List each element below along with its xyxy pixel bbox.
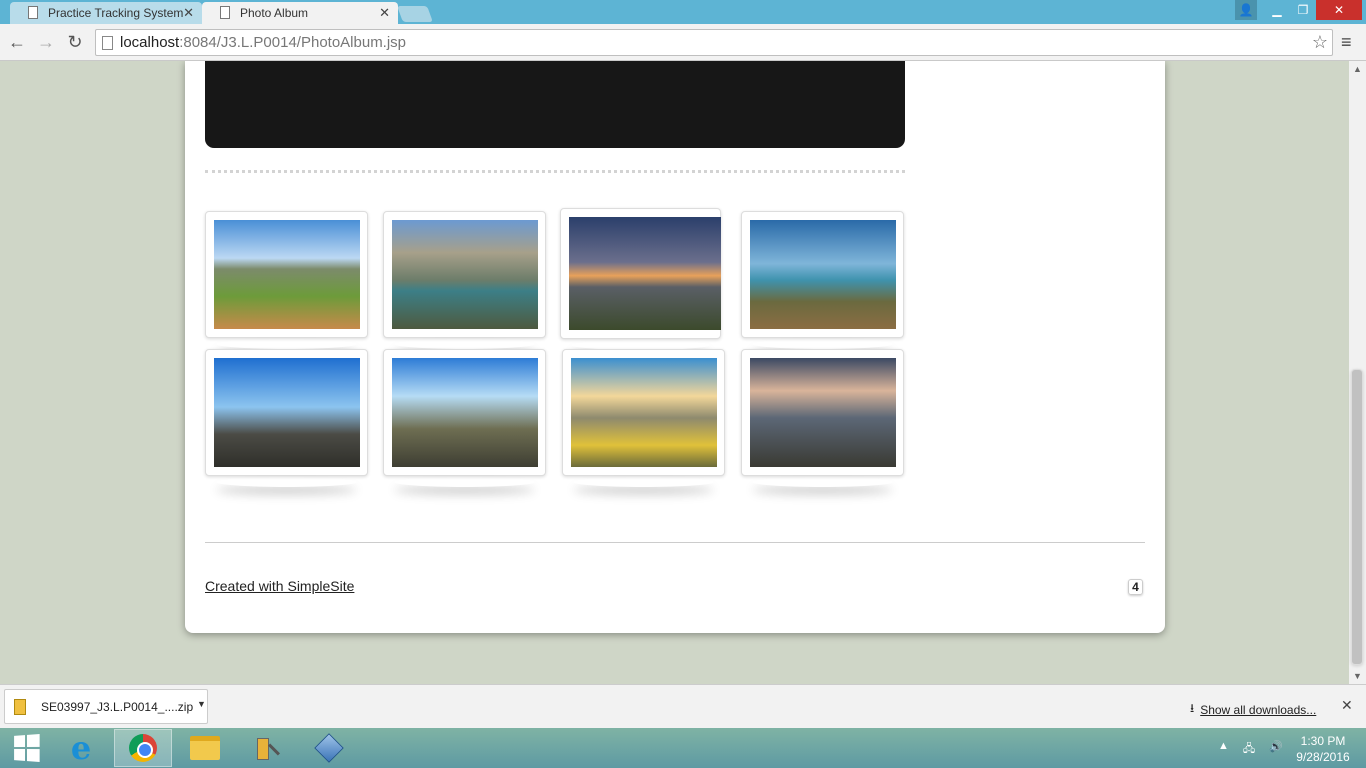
close-download-bar-icon[interactable]: ✕ bbox=[1341, 697, 1353, 714]
page-icon bbox=[220, 6, 230, 19]
chevron-down-icon[interactable]: ▼ bbox=[197, 699, 206, 709]
user-icon[interactable]: 👤 bbox=[1235, 0, 1257, 20]
tab-photo-album[interactable]: Photo Album ✕ bbox=[202, 2, 398, 24]
close-tab-icon[interactable]: ✕ bbox=[379, 5, 390, 21]
show-all-downloads[interactable]: ⭳ Show all downloads... bbox=[1190, 699, 1316, 720]
page-icon bbox=[28, 6, 38, 19]
footer-divider bbox=[205, 542, 1145, 543]
gallery-thumb[interactable] bbox=[741, 211, 904, 338]
tab-title: Practice Tracking System bbox=[48, 6, 184, 20]
photo[interactable] bbox=[392, 358, 538, 467]
photo[interactable] bbox=[569, 217, 721, 330]
browser-toolbar: ← → ↻ localhost:8084/J3.L.P0014/PhotoAlb… bbox=[0, 24, 1366, 61]
download-file-name: SE03997_J3.L.P0014_....zip bbox=[41, 700, 194, 714]
photo[interactable] bbox=[214, 358, 360, 467]
network-icon[interactable]: 🖧 bbox=[1243, 740, 1255, 759]
virtualbox-icon[interactable] bbox=[300, 729, 358, 767]
slideshow[interactable] bbox=[205, 61, 905, 148]
minimize-button[interactable]: ▁ bbox=[1264, 0, 1290, 20]
photo[interactable] bbox=[214, 220, 360, 329]
photo[interactable] bbox=[750, 358, 896, 467]
clock[interactable]: 1:30 PM 9/28/2016 bbox=[1290, 733, 1356, 765]
tool-icon[interactable] bbox=[238, 729, 296, 767]
vertical-scrollbar[interactable]: ▲ ▼ bbox=[1349, 61, 1366, 684]
close-window-button[interactable]: ✕ bbox=[1316, 0, 1362, 20]
page-container: Created with SimpleSite 4 bbox=[185, 61, 1165, 633]
tray-expand-icon[interactable]: ▲ bbox=[1218, 740, 1229, 759]
gallery-thumb[interactable] bbox=[560, 208, 721, 339]
photo[interactable] bbox=[750, 220, 896, 329]
clock-time: 1:30 PM bbox=[1300, 734, 1346, 748]
dotted-divider bbox=[205, 170, 905, 173]
scrollbar-thumb[interactable] bbox=[1351, 369, 1363, 665]
chrome-icon[interactable] bbox=[114, 729, 172, 767]
photo[interactable] bbox=[571, 358, 717, 467]
show-all-label: Show all downloads... bbox=[1200, 702, 1317, 717]
taskbar: e ▲ 🖧 🔊 1:30 PM 9/28/2016 bbox=[0, 728, 1366, 768]
volume-icon[interactable]: 🔊 bbox=[1269, 740, 1283, 759]
menu-icon[interactable]: ≡ bbox=[1341, 32, 1352, 53]
page-icon bbox=[102, 36, 113, 50]
download-bar: SE03997_J3.L.P0014_....zip ▼ ⭳ Show all … bbox=[0, 684, 1366, 728]
windows-logo-icon bbox=[14, 734, 40, 762]
file-explorer-icon[interactable] bbox=[176, 729, 234, 767]
restore-button[interactable]: ❐ bbox=[1290, 0, 1316, 20]
download-item[interactable]: SE03997_J3.L.P0014_....zip ▼ bbox=[4, 689, 208, 724]
url-path: :8084/J3.L.P0014/PhotoAlbum.jsp bbox=[179, 34, 407, 51]
system-tray: ▲ 🖧 🔊 bbox=[1218, 740, 1283, 759]
address-bar[interactable]: localhost:8084/J3.L.P0014/PhotoAlbum.jsp… bbox=[95, 29, 1333, 56]
gallery-thumb[interactable] bbox=[205, 349, 368, 476]
gallery-thumb[interactable] bbox=[741, 349, 904, 476]
start-button[interactable] bbox=[8, 729, 44, 767]
star-icon[interactable]: ☆ bbox=[1312, 32, 1328, 53]
close-tab-icon[interactable]: ✕ bbox=[183, 5, 194, 21]
page-viewport: Created with SimpleSite 4 bbox=[0, 61, 1349, 684]
gallery-thumb[interactable] bbox=[383, 349, 546, 476]
photo[interactable] bbox=[392, 220, 538, 329]
scroll-up-icon[interactable]: ▲ bbox=[1353, 64, 1362, 74]
gallery-thumb[interactable] bbox=[562, 349, 725, 476]
tab-strip: Practice Tracking System ✕ Photo Album ✕… bbox=[0, 0, 1366, 24]
internet-explorer-icon[interactable]: e bbox=[52, 729, 110, 767]
download-icon: ⭳ bbox=[1190, 701, 1195, 715]
scroll-down-icon[interactable]: ▼ bbox=[1353, 671, 1362, 681]
gallery-thumb[interactable] bbox=[383, 211, 546, 338]
tab-practice-tracking[interactable]: Practice Tracking System ✕ bbox=[10, 2, 202, 24]
url-host: localhost bbox=[120, 34, 180, 51]
tab-title: Photo Album bbox=[240, 6, 309, 20]
zip-file-icon bbox=[14, 699, 26, 715]
clock-date: 9/28/2016 bbox=[1296, 750, 1350, 764]
forward-icon[interactable]: → bbox=[36, 32, 56, 52]
reload-icon[interactable]: ↻ bbox=[65, 32, 85, 52]
back-icon[interactable]: ← bbox=[7, 32, 27, 52]
gallery-thumb[interactable] bbox=[205, 211, 368, 338]
url-text[interactable]: localhost:8084/J3.L.P0014/PhotoAlbum.jsp bbox=[120, 34, 406, 51]
new-tab-button[interactable] bbox=[397, 6, 433, 22]
simplesite-link[interactable]: Created with SimpleSite bbox=[205, 578, 354, 594]
page-badge[interactable]: 4 bbox=[1128, 579, 1143, 595]
